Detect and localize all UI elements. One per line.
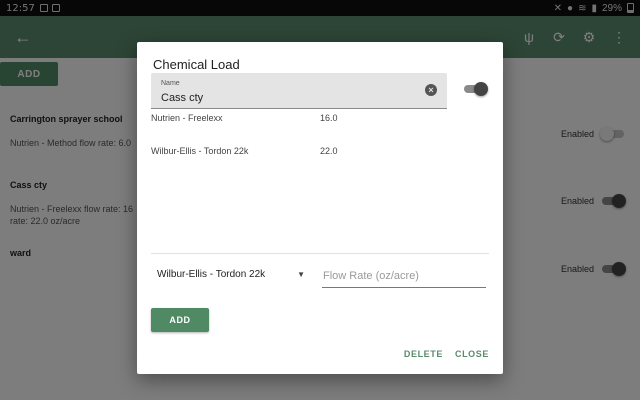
chemical-name: Nutrien - Freelexx	[151, 113, 223, 123]
dialog-actions: DELETE CLOSE	[404, 349, 489, 359]
chemical-load-dialog: Chemical Load Name Cass cty × Nutrien - …	[137, 42, 503, 374]
chemical-name: Wilbur-Ellis - Tordon 22k	[151, 146, 249, 156]
close-button[interactable]: CLOSE	[455, 349, 489, 359]
chemical-select-value: Wilbur-Ellis - Tordon 22k	[157, 268, 266, 280]
name-field-label: Name	[161, 80, 180, 87]
clear-icon[interactable]: ×	[425, 84, 437, 96]
chemical-rate: 16.0	[320, 113, 338, 123]
divider	[151, 253, 489, 254]
chemical-rate: 22.0	[320, 146, 338, 156]
delete-button[interactable]: DELETE	[404, 349, 443, 359]
dialog-enabled-switch[interactable]	[464, 82, 488, 96]
name-field[interactable]: Name Cass cty ×	[151, 73, 447, 109]
flow-rate-input[interactable]: Flow Rate (oz/acre)	[322, 270, 486, 288]
name-field-value[interactable]: Cass cty	[161, 92, 203, 104]
switch-thumb	[474, 82, 488, 96]
dialog-title: Chemical Load	[153, 57, 240, 72]
caret-down-icon: ▼	[297, 269, 305, 279]
chemical-select[interactable]: Wilbur-Ellis - Tordon 22k ▼	[151, 262, 311, 286]
add-chemical-button[interactable]: ADD	[151, 308, 209, 332]
